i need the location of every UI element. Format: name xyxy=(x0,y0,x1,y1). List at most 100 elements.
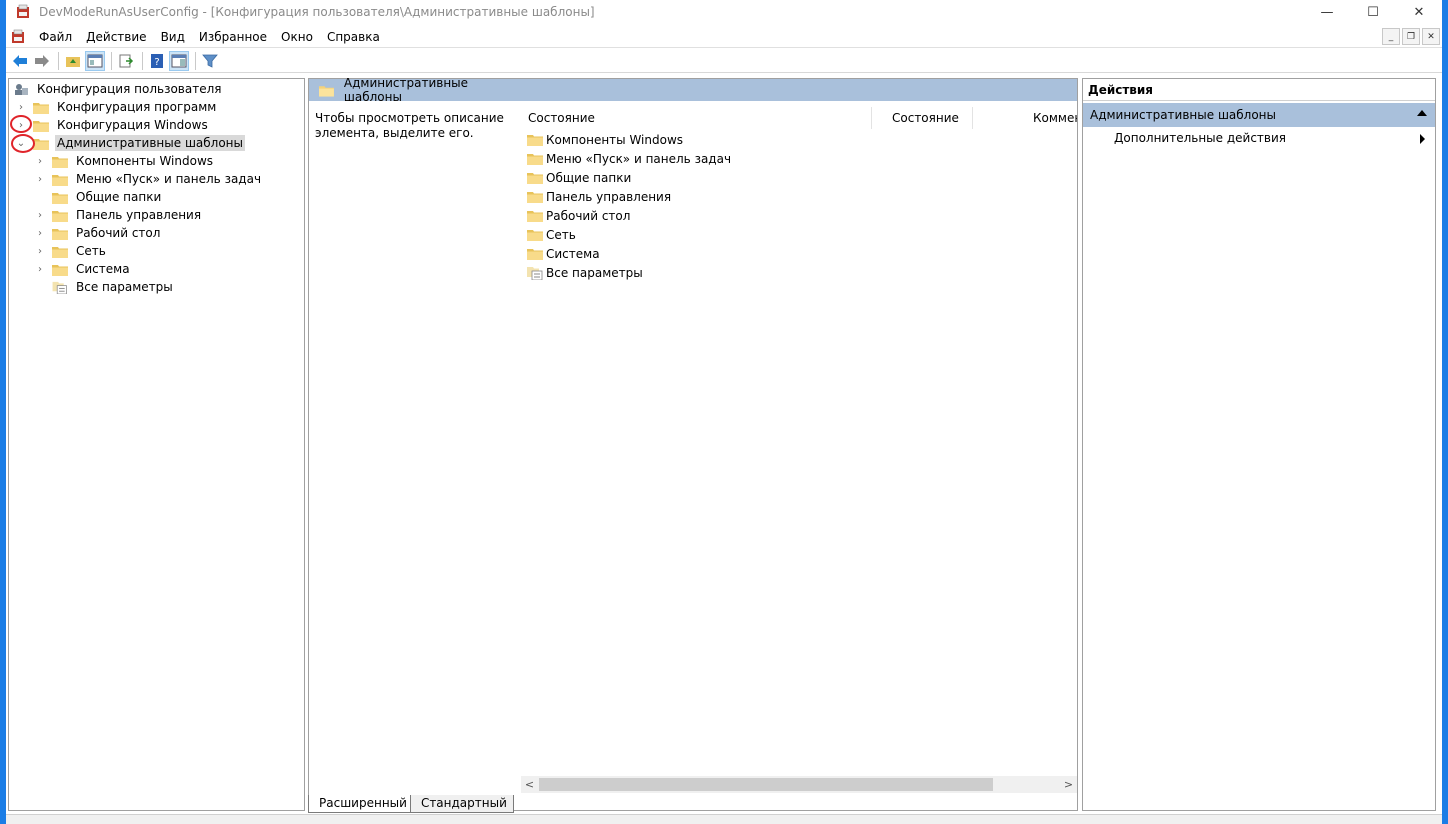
list-item-label: Панель управления xyxy=(546,189,672,204)
menu-file[interactable]: Файл xyxy=(32,27,79,47)
action-pane-icon xyxy=(171,54,187,67)
tree-item[interactable]: › Конфигурация Windows xyxy=(15,116,210,134)
mmc-doc-icon[interactable] xyxy=(10,29,26,45)
close-button[interactable]: ✕ xyxy=(1396,0,1442,24)
annotation-circle xyxy=(11,134,35,153)
folder-icon xyxy=(52,174,68,186)
column-header-setting[interactable]: Состояние xyxy=(528,107,595,129)
column-header-comment[interactable]: Коммен xyxy=(1033,107,1077,129)
scroll-thumb[interactable] xyxy=(539,778,993,791)
menu-favorites[interactable]: Избранное xyxy=(192,27,274,47)
expand-chevron-icon[interactable]: › xyxy=(34,155,46,167)
list-item[interactable]: Меню «Пуск» и панель задач xyxy=(527,149,731,168)
column-separator[interactable] xyxy=(871,107,872,129)
toolbar-separator xyxy=(142,51,143,70)
tree-item-label: Сеть xyxy=(76,244,106,258)
help-button[interactable]: ? xyxy=(147,51,167,71)
minimize-button[interactable]: — xyxy=(1304,0,1350,24)
column-header-state[interactable]: Состояние xyxy=(892,107,959,129)
folder-icon xyxy=(527,154,543,165)
filter-icon xyxy=(202,54,218,68)
list-item-label: Система xyxy=(546,246,600,261)
results-pane: Административные шаблоны Чтобы просмотре… xyxy=(308,76,1078,811)
window-border xyxy=(1442,0,1448,824)
export-icon xyxy=(119,54,134,67)
menu-action[interactable]: Действие xyxy=(79,27,153,47)
menu-help[interactable]: Справка xyxy=(320,27,387,47)
scroll-right-button[interactable]: > xyxy=(1060,776,1077,793)
actions-pane: Действия Административные шаблоны Дополн… xyxy=(1082,78,1436,811)
mmc-window: DevModeRunAsUserConfig - [Конфигурация п… xyxy=(0,0,1448,824)
list-item[interactable]: Общие папки xyxy=(527,168,631,187)
filter-button[interactable] xyxy=(200,51,220,71)
list-item[interactable]: Панель управления xyxy=(527,187,671,206)
toolbar: ? xyxy=(6,49,1442,73)
menu-window[interactable]: Окно xyxy=(274,27,320,47)
list-item[interactable]: Система xyxy=(527,244,600,263)
back-button[interactable] xyxy=(10,51,30,71)
list-item-label: Рабочий стол xyxy=(546,208,631,223)
tree-item[interactable]: Общие папки xyxy=(34,188,163,206)
tree-item[interactable]: › Компоненты Windows xyxy=(34,152,215,170)
submenu-arrow-icon[interactable] xyxy=(1420,134,1425,144)
maximize-button[interactable]: ☐ xyxy=(1350,0,1396,24)
svg-text:?: ? xyxy=(154,57,159,68)
user-config-icon xyxy=(15,83,28,95)
forward-button[interactable] xyxy=(32,51,52,71)
menu-bar: Файл Действие Вид Избранное Окно Справка… xyxy=(6,26,1442,48)
tree-item-label: Административные шаблоны xyxy=(55,135,246,151)
column-separator[interactable] xyxy=(972,107,973,129)
tree-item[interactable]: › Сеть xyxy=(34,242,108,260)
folder-icon xyxy=(52,228,68,240)
list-item-label: Все параметры xyxy=(546,265,643,280)
export-list-button[interactable] xyxy=(116,51,136,71)
expand-chevron-icon[interactable]: › xyxy=(34,173,46,185)
expand-chevron-icon[interactable]: › xyxy=(15,101,27,113)
folder-icon xyxy=(52,264,68,276)
list-item[interactable]: Рабочий стол xyxy=(527,206,630,225)
mdi-restore-button[interactable]: ❐ xyxy=(1402,28,1420,45)
horizontal-scrollbar[interactable]: < > xyxy=(521,776,1077,793)
actions-section-header[interactable]: Административные шаблоны xyxy=(1083,103,1435,127)
toolbar-separator xyxy=(111,51,112,70)
list-item[interactable]: Все параметры xyxy=(527,263,643,282)
tree-item[interactable]: › Конфигурация программ xyxy=(15,98,218,116)
folder-icon xyxy=(527,230,543,241)
show-hide-action-pane-button[interactable] xyxy=(169,50,189,71)
tree-item[interactable]: › Панель управления xyxy=(34,206,203,224)
folder-icon xyxy=(527,211,543,222)
more-actions-item[interactable]: Дополнительные действия xyxy=(1114,131,1286,145)
arrow-left-icon xyxy=(13,54,27,67)
list-item[interactable]: Компоненты Windows xyxy=(527,130,683,149)
collapse-caret-icon[interactable] xyxy=(1417,110,1427,116)
list-item[interactable]: Сеть xyxy=(527,225,576,244)
expand-chevron-icon[interactable]: › xyxy=(34,245,46,257)
menu-view[interactable]: Вид xyxy=(154,27,192,47)
scroll-left-button[interactable]: < xyxy=(521,776,538,793)
expand-chevron-icon[interactable]: › xyxy=(34,263,46,275)
tree-root[interactable]: Конфигурация пользователя xyxy=(13,80,223,98)
show-hide-tree-button[interactable] xyxy=(85,50,105,71)
mdi-minimize-button[interactable]: _ xyxy=(1382,28,1400,45)
expand-chevron-icon[interactable]: › xyxy=(34,227,46,239)
title-bar: DevModeRunAsUserConfig - [Конфигурация п… xyxy=(6,0,1442,24)
mdi-close-button[interactable]: ✕ xyxy=(1422,28,1440,45)
up-level-button[interactable] xyxy=(63,51,83,71)
expand-chevron-icon[interactable]: › xyxy=(34,209,46,221)
list-item-label: Сеть xyxy=(546,227,576,242)
folder-icon xyxy=(52,246,68,258)
console-tree: Конфигурация пользователя › Конфигурация … xyxy=(8,78,305,811)
tree-item[interactable]: ⌄ Административные шаблоны xyxy=(15,134,246,152)
tree-item[interactable]: › Система xyxy=(34,260,132,278)
tree-item[interactable]: › Меню «Пуск» и панель задач xyxy=(34,170,263,188)
toolbar-separator xyxy=(195,51,196,70)
tree-item[interactable]: Все параметры xyxy=(34,278,175,296)
tab-extended[interactable]: Расширенный xyxy=(308,795,414,813)
results-header-title: Административные шаблоны xyxy=(343,76,469,104)
tree-item[interactable]: › Рабочий стол xyxy=(34,224,162,242)
tree-item-label: Общие папки xyxy=(76,190,162,204)
arrow-right-icon xyxy=(35,54,49,67)
tab-standard[interactable]: Стандартный xyxy=(409,795,514,813)
tree-item-label: Все параметры xyxy=(76,280,173,294)
